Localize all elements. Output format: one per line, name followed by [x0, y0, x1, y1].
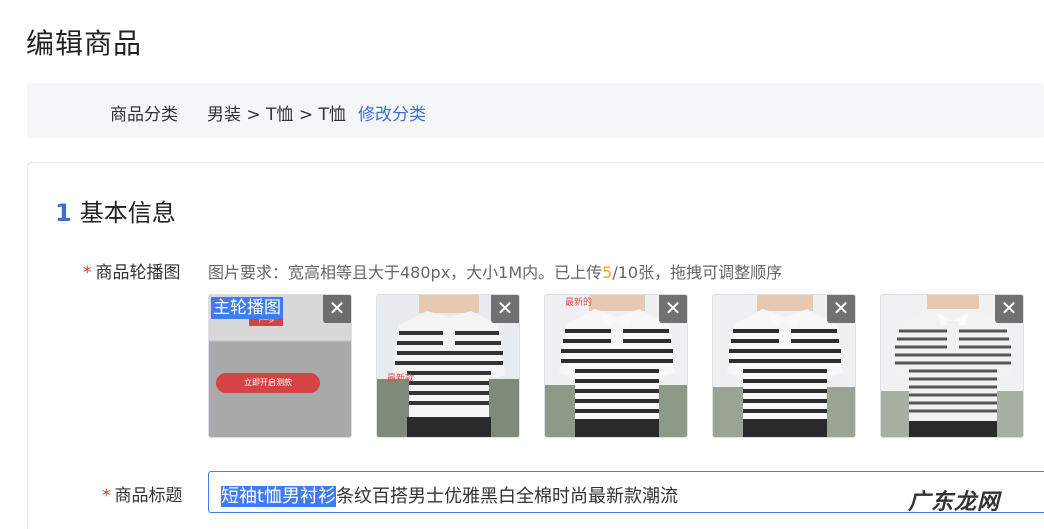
edit-category-link[interactable]: 修改分类: [358, 100, 426, 125]
category-bar: 商品分类 男装 > T恤 > T恤 修改分类: [27, 83, 1044, 138]
delete-image-button[interactable]: ✕: [827, 295, 855, 323]
overlay-text: 最新的: [565, 296, 592, 308]
upload-hint: 图片要求：宽高相等且大于480px，大小1M内。已上传5/10张，拖拽可调整顺序: [208, 259, 782, 283]
section-title: 基本信息: [79, 199, 176, 227]
carousel-image-1[interactable]: 下一步 立即开启测款 主轮播图 ✕: [208, 294, 352, 438]
required-mark: *: [83, 263, 92, 283]
carousel-image-5[interactable]: ✕: [880, 294, 1024, 438]
carousel-label: * 商品轮播图: [83, 258, 181, 283]
cover-start-button: 立即开启测款: [216, 373, 320, 393]
product-title-label: * 商品标题: [102, 481, 183, 506]
delete-image-button[interactable]: ✕: [659, 295, 687, 323]
title-rest-text: 条纹百搭男士优雅黑白全棉时尚最新款潮流: [336, 486, 679, 507]
basic-info-card: 1 基本信息 * 商品轮播图 图片要求：宽高相等且大于480px，大小1M内。已上传…: [27, 162, 1044, 529]
upload-hint-suffix: /10张，拖拽可调整顺序: [612, 263, 783, 282]
carousel-image-3[interactable]: 最新的 ✕: [544, 294, 688, 438]
delete-image-button[interactable]: ✕: [491, 295, 519, 323]
delete-image-button[interactable]: ✕: [995, 295, 1023, 323]
section-number: 1: [55, 199, 72, 227]
watermark: 广东龙网: [908, 490, 1001, 515]
carousel-label-text: 商品轮播图: [95, 263, 181, 283]
selected-title-text: 短袖t恤男衬衫: [221, 486, 337, 507]
overlay-text: 最新款: [387, 372, 414, 384]
main-carousel-tag: 主轮播图: [211, 297, 283, 319]
uploaded-count: 5: [602, 263, 613, 282]
delete-image-button[interactable]: ✕: [323, 295, 351, 323]
required-mark: *: [102, 486, 111, 506]
carousel-image-2[interactable]: 最新款 ✕: [376, 294, 520, 438]
category-label: 商品分类: [110, 105, 178, 125]
upload-hint-prefix: 图片要求：宽高相等且大于480px，大小1M内。已上传: [208, 263, 603, 282]
category-path: 男装 > T恤 > T恤: [207, 105, 346, 125]
carousel-image-4[interactable]: ✕: [712, 294, 856, 438]
page-title: 编辑商品: [26, 27, 143, 60]
product-title-label-text: 商品标题: [114, 486, 183, 506]
section-heading: 1 基本信息: [55, 193, 176, 228]
